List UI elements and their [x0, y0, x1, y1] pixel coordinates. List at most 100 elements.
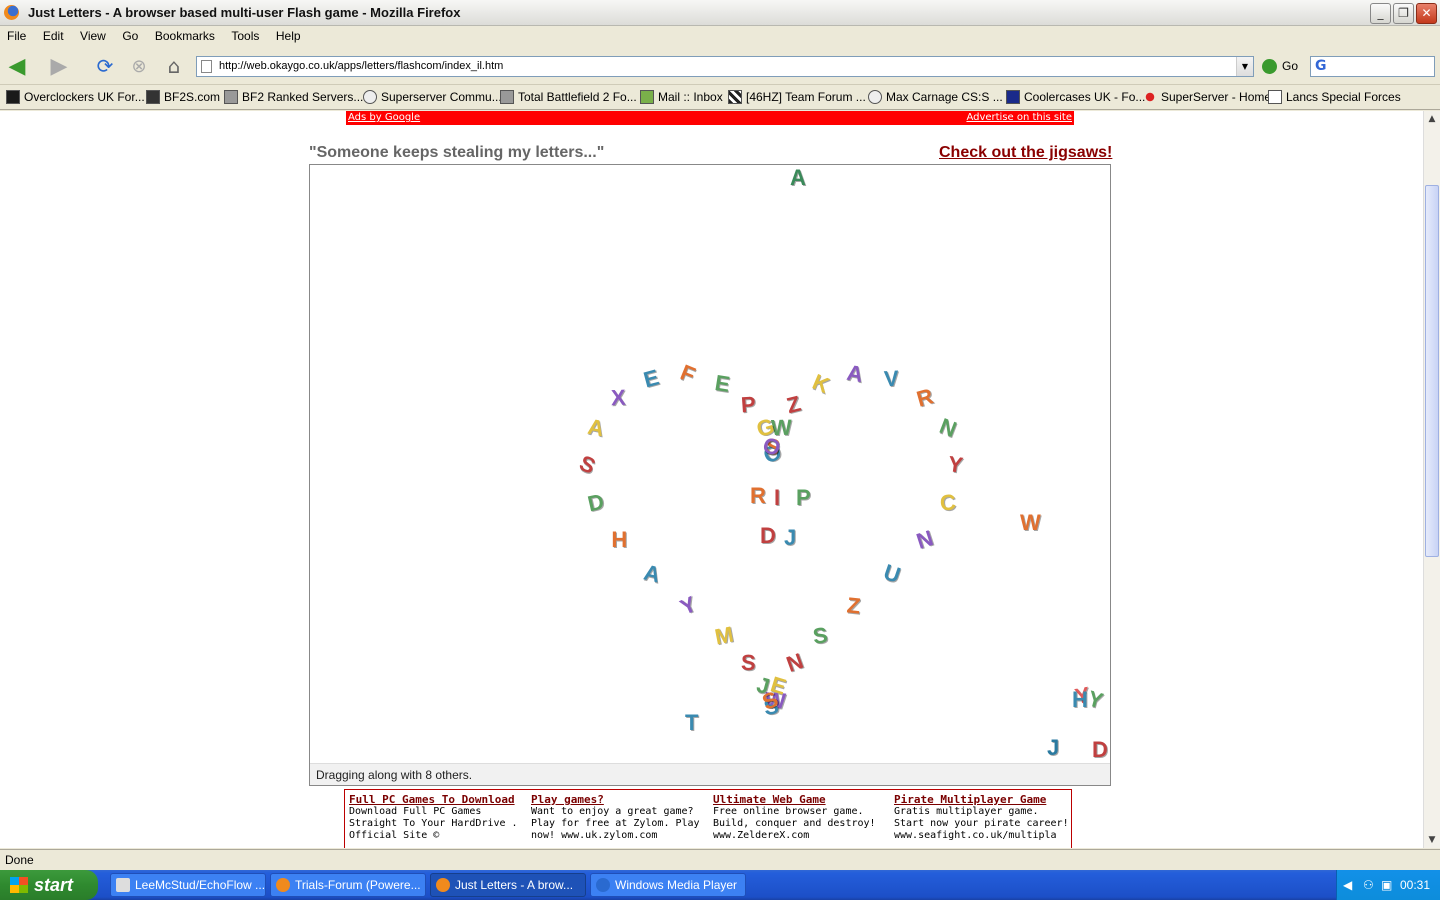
game-letter[interactable]: R: [750, 483, 766, 509]
ad-title-link[interactable]: Full PC Games To Download: [349, 794, 524, 806]
bookmark-icon: [146, 90, 160, 104]
windows-logo-icon: [10, 877, 28, 893]
menu-bookmarks[interactable]: Bookmarks: [148, 27, 221, 43]
bookmark-item[interactable]: Overclockers UK For...: [6, 90, 145, 104]
bookmark-item[interactable]: Coolercases UK - Fo...: [1006, 90, 1145, 104]
start-button[interactable]: start: [0, 870, 98, 900]
ad-title-link[interactable]: Ultimate Web Game: [713, 794, 888, 806]
volume-icon[interactable]: ▣: [1381, 878, 1392, 892]
taskbar-button[interactable]: Just Letters - A brow...: [430, 873, 586, 897]
menu-file[interactable]: File: [0, 27, 32, 43]
start-label: start: [34, 875, 74, 895]
menu-bar: File Edit View Go Bookmarks Tools Help: [0, 27, 1440, 47]
game-letter[interactable]: N: [913, 525, 936, 555]
game-letter[interactable]: M: [713, 622, 736, 651]
advertise-link[interactable]: Advertise on this site: [966, 112, 1072, 123]
ad-title-link[interactable]: Pirate Multiplayer Game: [894, 794, 1069, 806]
game-letter[interactable]: P: [740, 391, 756, 418]
game-letter[interactable]: Y: [677, 591, 701, 621]
game-letter[interactable]: N: [936, 413, 960, 443]
game-letter[interactable]: N: [783, 649, 807, 679]
forward-icon[interactable]: ▶: [46, 54, 72, 79]
taskbar: start LeeMcStud/EchoFlow ... Trials-Foru…: [0, 870, 1440, 900]
game-letter[interactable]: D: [1092, 737, 1108, 763]
ad-title-link[interactable]: Play games?: [531, 794, 706, 806]
game-letter[interactable]: A: [586, 414, 606, 443]
home-icon[interactable]: ⌂: [161, 54, 187, 78]
game-letter[interactable]: F: [677, 360, 699, 389]
bookmark-item[interactable]: Lancs Special Forces: [1268, 90, 1401, 104]
game-letter[interactable]: K: [808, 369, 833, 399]
game-letter[interactable]: E: [713, 370, 731, 398]
game-letter[interactable]: W: [1020, 510, 1041, 536]
menu-tools[interactable]: Tools: [224, 27, 265, 43]
game-letter[interactable]: D: [760, 523, 776, 549]
address-bar[interactable]: http://web.okaygo.co.uk/apps/letters/fla…: [196, 56, 1254, 77]
bookmark-item[interactable]: Max Carnage CS:S ...: [868, 90, 1003, 104]
game-letter[interactable]: Y: [946, 451, 964, 479]
back-icon[interactable]: ◀: [4, 54, 30, 79]
taskbar-button[interactable]: LeeMcStud/EchoFlow ...: [110, 873, 266, 897]
game-letter[interactable]: R: [913, 383, 935, 412]
flash-game-stage[interactable]: AWTJDYYHRIPDJOSWZKAVRNYCNUZSNEWSSJSMYAHD…: [309, 164, 1111, 786]
bookmark-item[interactable]: BF2S.com: [146, 90, 220, 104]
game-letter[interactable]: S: [741, 650, 757, 676]
menu-view[interactable]: View: [73, 27, 112, 43]
ad-item: Play games? Want to enjoy a great game? …: [531, 794, 706, 842]
minimize-button[interactable]: _: [1370, 3, 1391, 24]
game-letter[interactable]: J: [1047, 735, 1059, 761]
ad-block: Full PC Games To Download Download Full …: [344, 789, 1072, 848]
game-letter[interactable]: H: [611, 527, 627, 553]
game-letter[interactable]: V: [883, 365, 899, 392]
game-letter[interactable]: I: [774, 485, 780, 511]
page-icon: [201, 60, 212, 73]
vertical-scrollbar[interactable]: ▲ ▼: [1423, 111, 1440, 848]
scroll-thumb[interactable]: [1425, 185, 1439, 557]
network-icon[interactable]: ⚇: [1363, 878, 1374, 892]
menu-edit[interactable]: Edit: [36, 27, 70, 43]
bookmark-item[interactable]: Total Battlefield 2 Fo...: [500, 90, 637, 104]
bookmark-item[interactable]: [46HZ] Team Forum ...: [728, 90, 866, 104]
game-letter[interactable]: S: [575, 450, 600, 480]
game-letter[interactable]: C: [939, 490, 957, 517]
game-letter[interactable]: X: [611, 385, 627, 411]
game-letter[interactable]: J: [784, 525, 796, 551]
taskbar-button[interactable]: Trials-Forum (Powere...: [270, 873, 426, 897]
game-letter[interactable]: U: [880, 559, 903, 589]
game-letter[interactable]: T: [685, 710, 698, 736]
bookmark-item[interactable]: BF2 Ranked Servers...: [224, 90, 363, 104]
jigsaws-link[interactable]: Check out the jigsaws!: [939, 144, 1112, 162]
game-letter[interactable]: H: [1072, 687, 1088, 713]
go-button[interactable]: Go: [1262, 56, 1298, 77]
ads-by-google-link[interactable]: Ads by Google: [348, 112, 420, 123]
game-letter[interactable]: A: [845, 360, 865, 388]
bookmark-icon: [728, 90, 742, 104]
window-title: Just Letters - A browser based multi-use…: [28, 5, 461, 20]
ad-item: Ultimate Web Game Free online browser ga…: [713, 794, 888, 842]
bookmark-item[interactable]: Mail :: Inbox: [640, 90, 723, 104]
bookmarks-toolbar: Overclockers UK For... BF2S.com BF2 Rank…: [0, 86, 1440, 110]
scroll-up-icon[interactable]: ▲: [1424, 111, 1440, 127]
game-letter[interactable]: Z: [845, 593, 861, 620]
restore-button[interactable]: ❐: [1393, 3, 1414, 24]
bookmark-item[interactable]: SuperServer - Home: [1143, 90, 1271, 104]
reload-icon[interactable]: ⟳: [92, 54, 118, 78]
menu-help[interactable]: Help: [269, 27, 307, 43]
taskbar-button[interactable]: Windows Media Player: [590, 873, 746, 897]
stop-icon[interactable]: ⊗: [126, 54, 152, 78]
game-letter[interactable]: A: [642, 560, 663, 589]
menu-go[interactable]: Go: [115, 27, 144, 43]
close-button[interactable]: ✕: [1416, 3, 1437, 24]
game-letter[interactable]: E: [641, 364, 662, 393]
go-icon: [1262, 59, 1277, 74]
bookmark-item[interactable]: Superserver Commu...: [363, 90, 502, 104]
game-letter[interactable]: A: [790, 165, 806, 191]
ad-body: Gratis multiplayer game. Start now your …: [894, 806, 1069, 841]
search-input[interactable]: G: [1310, 56, 1435, 77]
tray-collapse-icon[interactable]: ◀: [1343, 878, 1352, 892]
scroll-down-icon[interactable]: ▼: [1424, 832, 1440, 848]
game-letter[interactable]: D: [586, 489, 607, 518]
game-letter[interactable]: P: [796, 485, 811, 511]
url-dropdown-icon[interactable]: ▼: [1236, 57, 1253, 76]
game-letter[interactable]: S: [811, 622, 829, 650]
